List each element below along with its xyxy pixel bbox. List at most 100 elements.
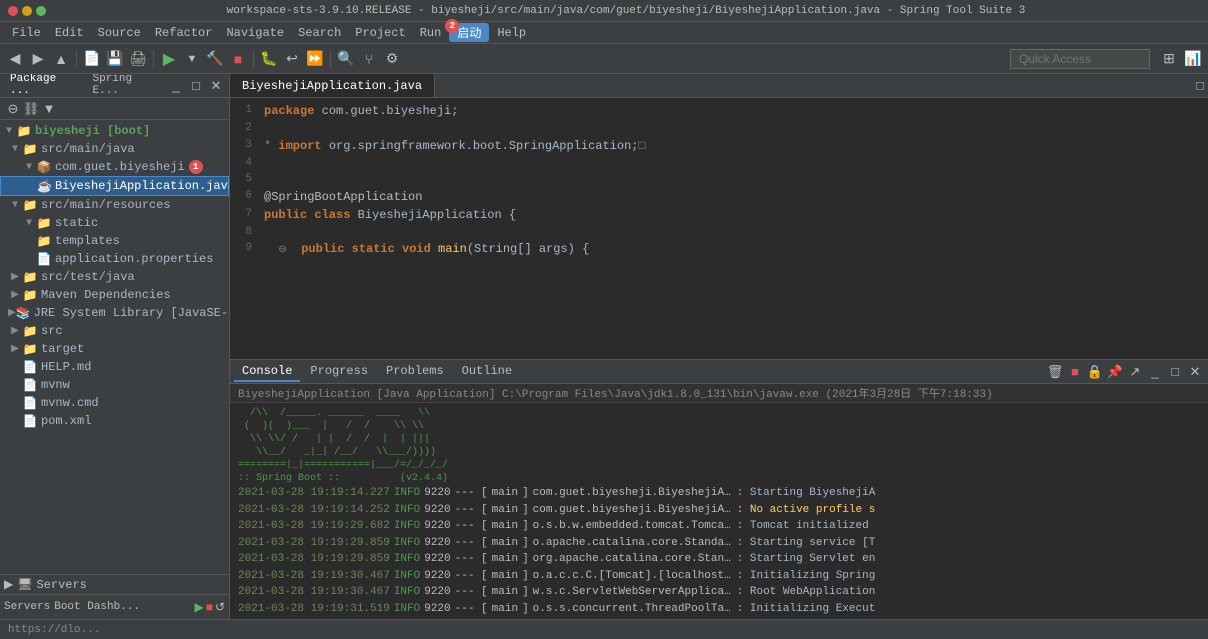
toolbar-git-btn[interactable]: ⑂ <box>358 48 380 70</box>
line-content: public class BiyeshejiApplication { <box>260 206 516 224</box>
toolbar-build-btn[interactable]: 🔨 <box>204 48 226 70</box>
tree-item-static[interactable]: ▼ 📁 static <box>0 214 229 232</box>
chevron-icon: ▼ <box>8 200 22 211</box>
console-content[interactable]: /\\ /_____. ______ ____ \\ ( )( )___ | /… <box>230 403 1208 619</box>
code-line-4: 4 <box>230 155 1208 172</box>
sidebar-filter-btn[interactable]: ▼ <box>40 100 58 118</box>
console-minimize-btn[interactable]: _ <box>1146 363 1164 381</box>
tree-item-mvnw[interactable]: 📄 mvnw <box>0 376 229 394</box>
toolbar-icon-btn-1[interactable]: ⊞ <box>1158 48 1180 70</box>
tab-console[interactable]: Console <box>234 362 300 382</box>
tree-item-src-main-java[interactable]: ▼ 📁 src/main/java <box>0 140 229 158</box>
toolbar-step-btn[interactable]: ↩ <box>281 48 303 70</box>
main-layout: Package ... Spring E... _ □ ✕ ⊖ ⛓ ▼ ▼ 📁 … <box>0 74 1208 619</box>
toolbar-new-btn[interactable]: 📄 <box>81 48 103 70</box>
line-content <box>260 155 264 172</box>
boot-run-btn[interactable]: ▶ <box>194 600 203 614</box>
console-maximize-btn[interactable]: □ <box>1166 363 1184 381</box>
toolbar-forward-btn[interactable]: ▶ <box>27 48 49 70</box>
log-level: INFO <box>394 518 420 535</box>
sidebar-link-btn[interactable]: ⛓ <box>22 100 40 118</box>
tab-progress[interactable]: Progress <box>302 362 376 382</box>
tree-item-biyesheji[interactable]: ▼ 📁 biyesheji [boot] <box>0 122 229 140</box>
log-pid: 9220 <box>424 601 450 618</box>
boot-tab[interactable]: Boot Dashb... <box>54 601 140 613</box>
servers-header[interactable]: ▶ 🖥 Servers <box>4 577 225 592</box>
editor-maximize-btn[interactable]: □ <box>1192 78 1208 93</box>
boot-restart-btn[interactable]: ↺ <box>215 600 225 614</box>
toolbar-search-btn[interactable]: 🔍 <box>335 48 357 70</box>
menu-run[interactable]: Run <box>414 24 448 42</box>
menu-search[interactable]: Search <box>292 24 347 42</box>
tab-package-explorer[interactable]: Package ... <box>4 74 85 100</box>
toolbar-run-btn[interactable]: ▶ <box>158 48 180 70</box>
minimize-button[interactable] <box>22 6 32 16</box>
console-pin-btn[interactable]: 📌 <box>1106 363 1124 381</box>
toolbar-run-dropdown-btn[interactable]: ▼ <box>181 48 203 70</box>
toolbar-debug-btn[interactable]: 🐛 <box>258 48 280 70</box>
log-class: com.guet.biyesheji.BiyeshejiApplication <box>533 485 733 502</box>
toolbar-icon-btn-2[interactable]: 📊 <box>1182 48 1204 70</box>
tree-item-src-test[interactable]: ▶ 📁 src/test/java <box>0 268 229 286</box>
toolbar-back-btn[interactable]: ◀ <box>4 48 26 70</box>
tree-item-pom[interactable]: 📄 pom.xml <box>0 412 229 430</box>
menu-qidong[interactable]: 2 启动 <box>449 23 489 42</box>
window-controls[interactable] <box>8 6 46 16</box>
console-clear-btn[interactable]: 🗑 <box>1046 363 1064 381</box>
log-date: 2021-03-28 19:19:30.467 <box>238 584 390 601</box>
servers-tab[interactable]: Servers <box>4 601 50 613</box>
code-editor[interactable]: 1 package com.guet.biyesheji; 2 3 * impo… <box>230 98 1208 359</box>
tree-item-com-guet[interactable]: ▼ 📦 com.guet.biyesheji 1 <box>0 158 229 176</box>
tab-spring-explorer[interactable]: Spring E... <box>87 74 168 100</box>
toolbar-up-btn[interactable]: ▲ <box>50 48 72 70</box>
console-stop-btn[interactable]: ■ <box>1066 363 1084 381</box>
toolbar-stop-btn[interactable]: ■ <box>227 48 249 70</box>
sidebar-close-btn[interactable]: ✕ <box>207 77 225 95</box>
toolbar-sep-3 <box>253 50 254 68</box>
tab-problems[interactable]: Problems <box>378 362 452 382</box>
menu-edit[interactable]: Edit <box>49 24 90 42</box>
quick-access-input[interactable] <box>1010 49 1150 69</box>
chevron-icon: ▶ <box>8 325 22 337</box>
tree-item-target[interactable]: ▶ 📁 target <box>0 340 229 358</box>
menu-help[interactable]: Help <box>491 24 532 42</box>
tree-item-src[interactable]: ▶ 📁 src <box>0 322 229 340</box>
sidebar-maximize-btn[interactable]: □ <box>187 77 205 95</box>
tab-application-java[interactable]: BiyeshejiApplication.java <box>230 74 435 97</box>
tab-outline[interactable]: Outline <box>454 362 520 382</box>
tree-item-help[interactable]: 📄 HELP.md <box>0 358 229 376</box>
close-button[interactable] <box>8 6 18 16</box>
toolbar-save-btn[interactable]: 💾 <box>104 48 126 70</box>
title-bar: workspace-sts-3.9.10.RELEASE - biyesheji… <box>0 0 1208 22</box>
toolbar-resume-btn[interactable]: ⏩ <box>304 48 326 70</box>
tree-item-maven[interactable]: ▶ 📁 Maven Dependencies <box>0 286 229 304</box>
sidebar-minimize-btn[interactable]: _ <box>167 77 185 95</box>
toolbar-run-group: ▶ ▼ 🔨 ■ <box>158 48 249 70</box>
console-new-window-btn[interactable]: ↗ <box>1126 363 1144 381</box>
maximize-button[interactable] <box>36 6 46 16</box>
console-scroll-lock-btn[interactable]: 🔒 <box>1086 363 1104 381</box>
toolbar: ◀ ▶ ▲ 📄 💾 🖨 ▶ ▼ 🔨 ■ 🐛 ↩ ⏩ 🔍 ⑂ ⚙ ⊞ 📊 <box>0 44 1208 74</box>
console-close-btn[interactable]: ✕ <box>1186 363 1204 381</box>
code-line-2: 2 <box>230 120 1208 137</box>
menu-file[interactable]: File <box>6 24 47 42</box>
tree-item-src-main-res[interactable]: ▼ 📁 src/main/resources <box>0 196 229 214</box>
file-icon: 📄 <box>22 377 38 393</box>
tree-item-templates[interactable]: 📁 templates <box>0 232 229 250</box>
menu-project[interactable]: Project <box>349 24 411 42</box>
tree-item-app-props[interactable]: 📄 application.properties <box>0 250 229 268</box>
tree-item-jre[interactable]: ▶ 📚 JRE System Library [JavaSE-1.8] <box>0 304 229 322</box>
sidebar-collapse-btn[interactable]: ⊖ <box>4 100 22 118</box>
log-class: w.s.c.ServletWebServerApplicationContext <box>533 584 733 601</box>
menu-navigate[interactable]: Navigate <box>220 24 290 42</box>
code-line-7: 7 public class BiyeshejiApplication { <box>230 206 1208 224</box>
menu-source[interactable]: Source <box>92 24 147 42</box>
menu-refactor[interactable]: Refactor <box>149 24 219 42</box>
toolbar-print-btn[interactable]: 🖨 <box>127 48 149 70</box>
tree-item-application-java[interactable]: ☕ BiyeshejiApplication.java <box>0 176 229 196</box>
toolbar-settings-btn[interactable]: ⚙ <box>381 48 403 70</box>
tree-item-mvnw-cmd[interactable]: 📄 mvnw.cmd <box>0 394 229 412</box>
log-msg-init-exec: : Initializing Execut <box>737 601 876 618</box>
boot-stop-btn[interactable]: ■ <box>206 600 213 614</box>
boot-dashboard-panel: Servers Boot Dashb... ▶ ■ ↺ <box>0 594 229 619</box>
